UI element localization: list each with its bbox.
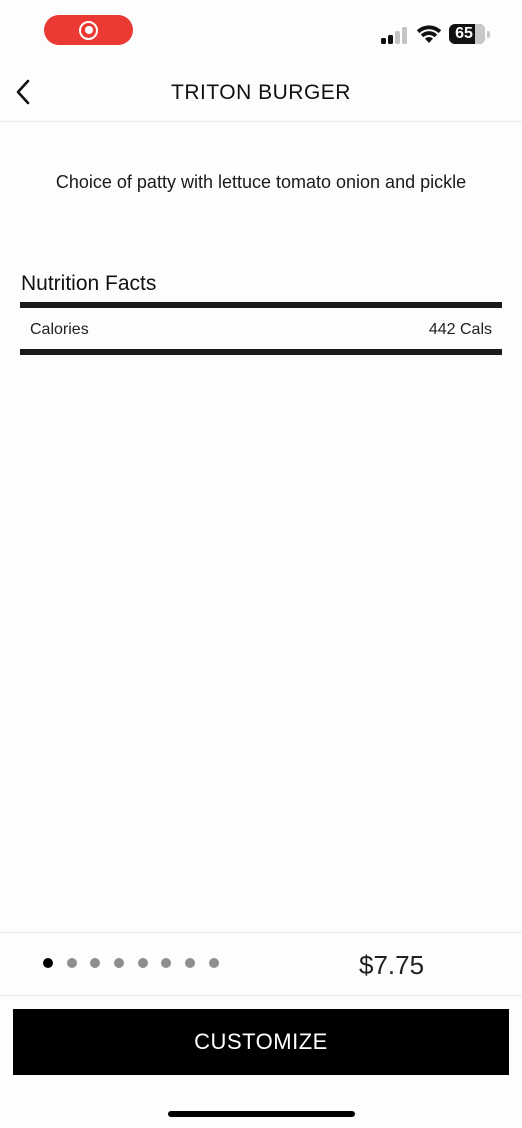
page-dot[interactable]	[66, 958, 77, 968]
item-price: $7.75	[359, 950, 425, 980]
nutrition-facts-heading: Nutrition Facts	[21, 272, 157, 295]
page-indicator[interactable]	[43, 958, 219, 968]
screen-record-icon	[79, 20, 98, 40]
page-dot[interactable]	[185, 958, 196, 968]
page-dot[interactable]	[43, 958, 53, 968]
footer-divider-bottom	[0, 995, 522, 996]
page-dot[interactable]	[208, 958, 219, 968]
nutrition-divider-bottom	[20, 349, 502, 355]
page-dot[interactable]	[137, 958, 148, 968]
nav-bar: TRITON BURGER	[0, 62, 522, 122]
calories-label: Calories	[30, 321, 89, 338]
footer-divider	[0, 932, 522, 933]
calories-value: 442 Cals	[428, 321, 492, 338]
home-indicator[interactable]	[168, 1111, 355, 1117]
screen-record-indicator[interactable]	[44, 15, 133, 45]
nutrition-divider-top	[20, 302, 502, 308]
page-dot[interactable]	[90, 958, 101, 968]
page-dot[interactable]	[114, 958, 125, 968]
cellular-signal-icon	[381, 26, 409, 44]
page-title: TRITON BURGER	[171, 81, 351, 104]
customize-button[interactable]: CUSTOMIZE	[13, 1009, 509, 1075]
item-description: Choice of patty with lettuce tomato onio…	[55, 172, 467, 192]
wifi-icon	[416, 25, 442, 43]
status-bar: 65	[0, 0, 522, 62]
battery-icon: 65	[449, 24, 485, 44]
page-dot[interactable]	[161, 958, 172, 968]
battery-level: 65	[455, 25, 473, 42]
battery-cap	[487, 31, 490, 38]
